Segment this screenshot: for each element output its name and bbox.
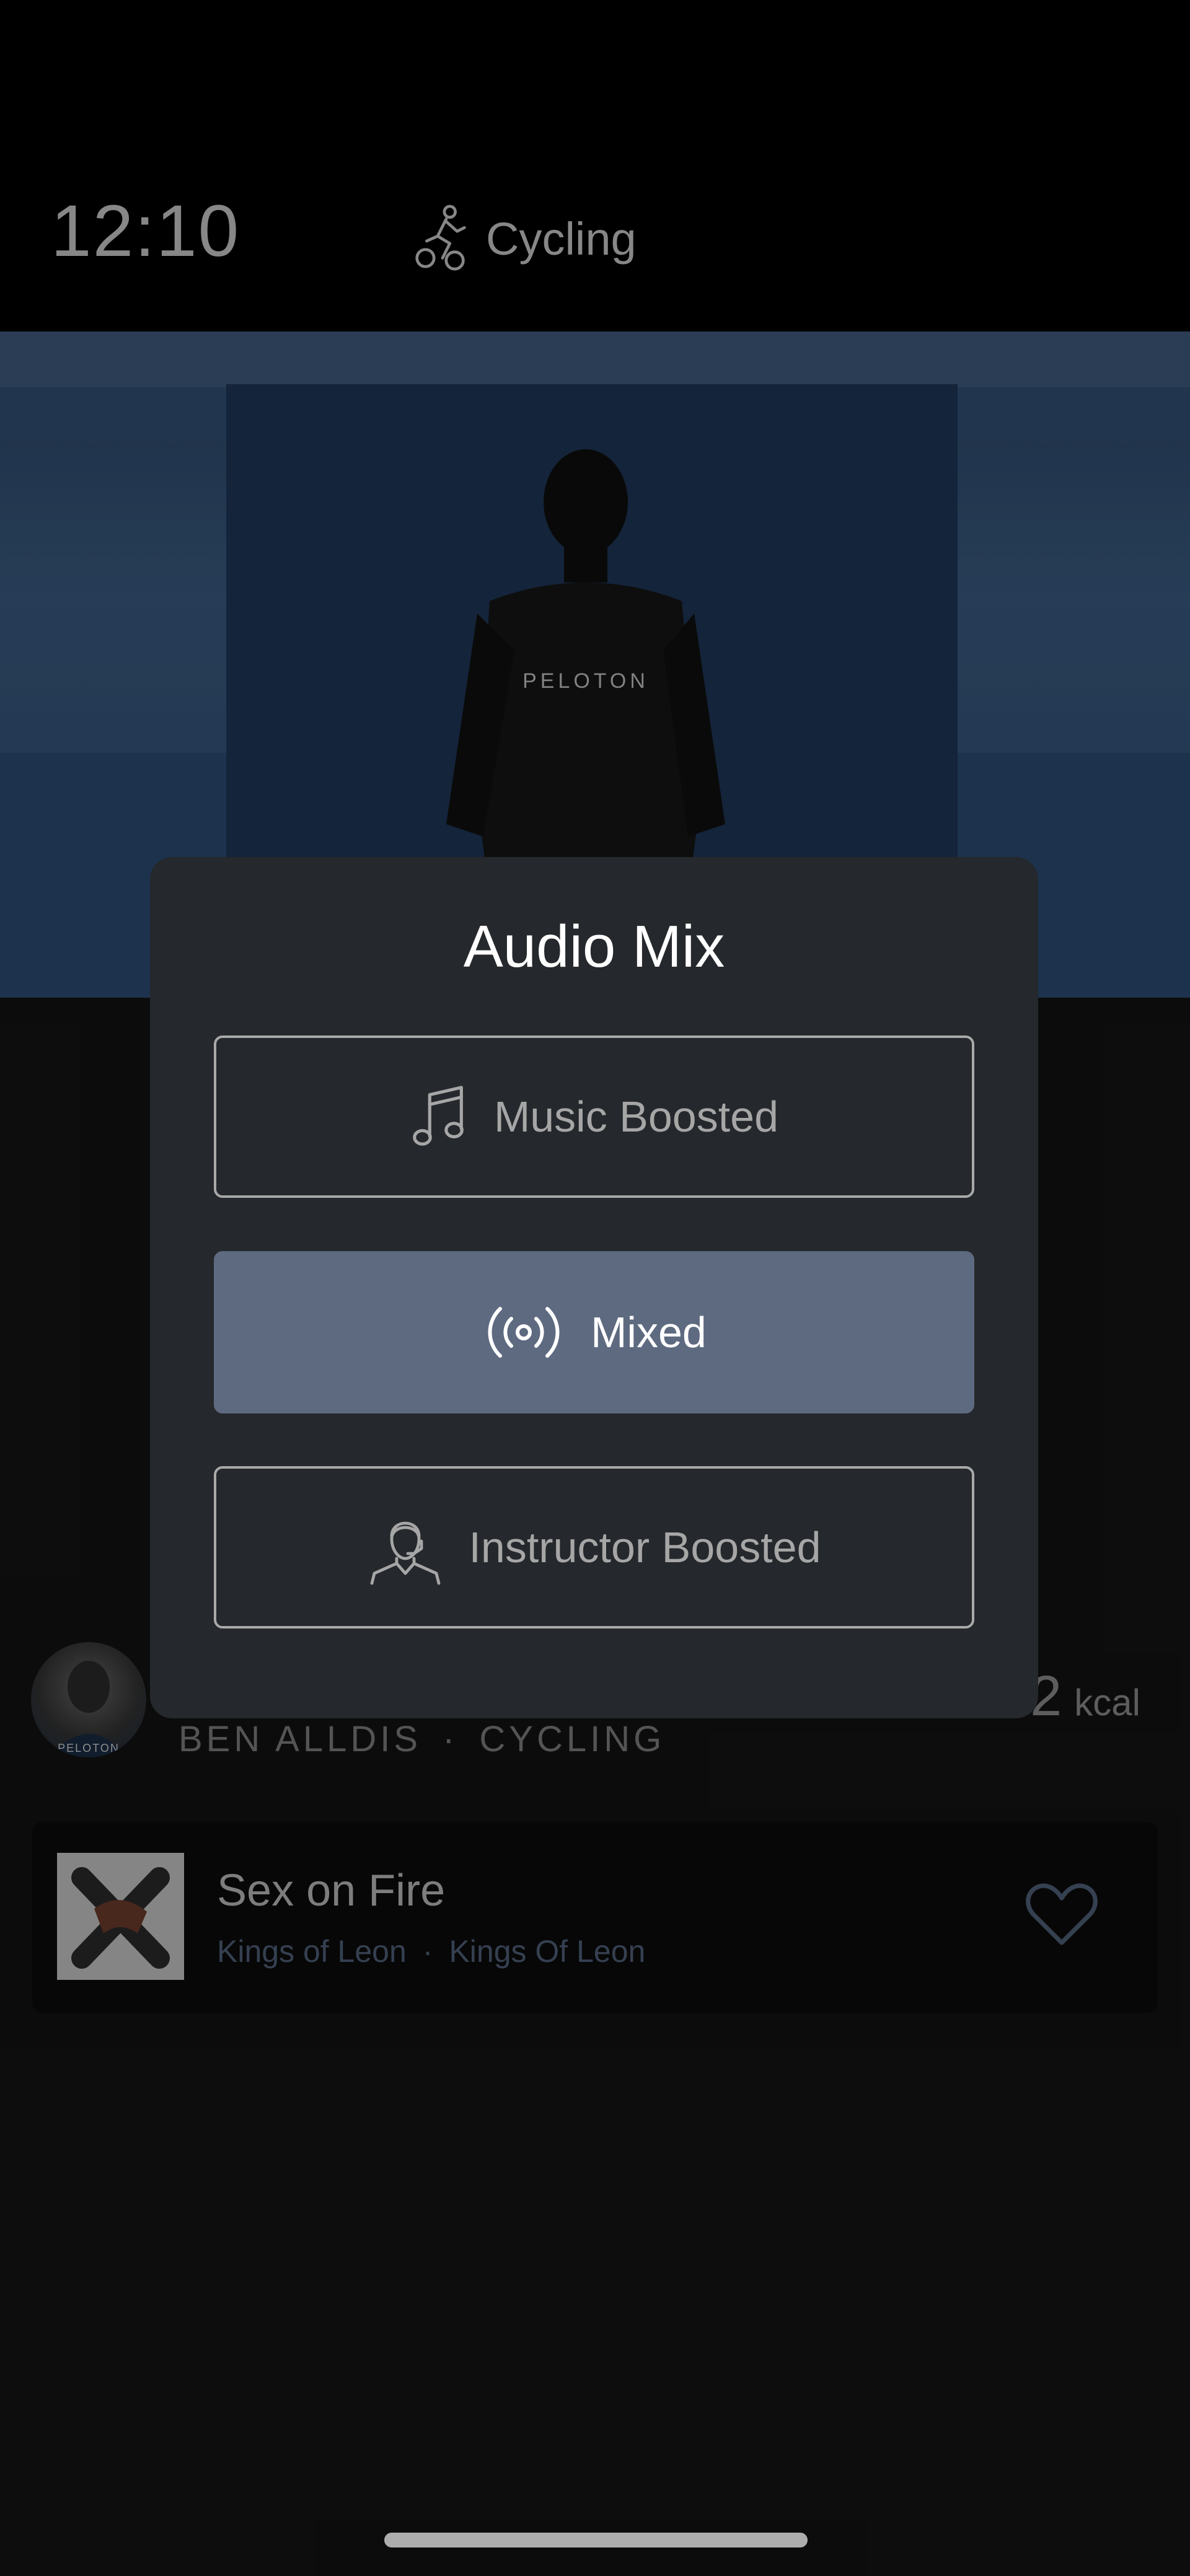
option-label: Mixed: [591, 1308, 707, 1356]
broadcast-icon: [488, 1307, 560, 1358]
screen: 12:10 Cycling PELOTON PELOTON 2 kcal BEN…: [0, 0, 1190, 2576]
headset-person-icon: [371, 1521, 441, 1585]
audio-mix-modal: Audio Mix Music Boosted Mixed Instructor…: [150, 857, 1038, 1718]
instructor-boosted-button[interactable]: Instructor Boosted: [214, 1466, 974, 1629]
music-boosted-button[interactable]: Music Boosted: [214, 1035, 974, 1198]
modal-title: Audio Mix: [463, 913, 725, 980]
mixed-button[interactable]: Mixed: [214, 1251, 974, 1413]
music-note-icon: [413, 1086, 464, 1146]
option-label: Music Boosted: [493, 1092, 779, 1141]
option-label: Instructor Boosted: [469, 1523, 821, 1572]
